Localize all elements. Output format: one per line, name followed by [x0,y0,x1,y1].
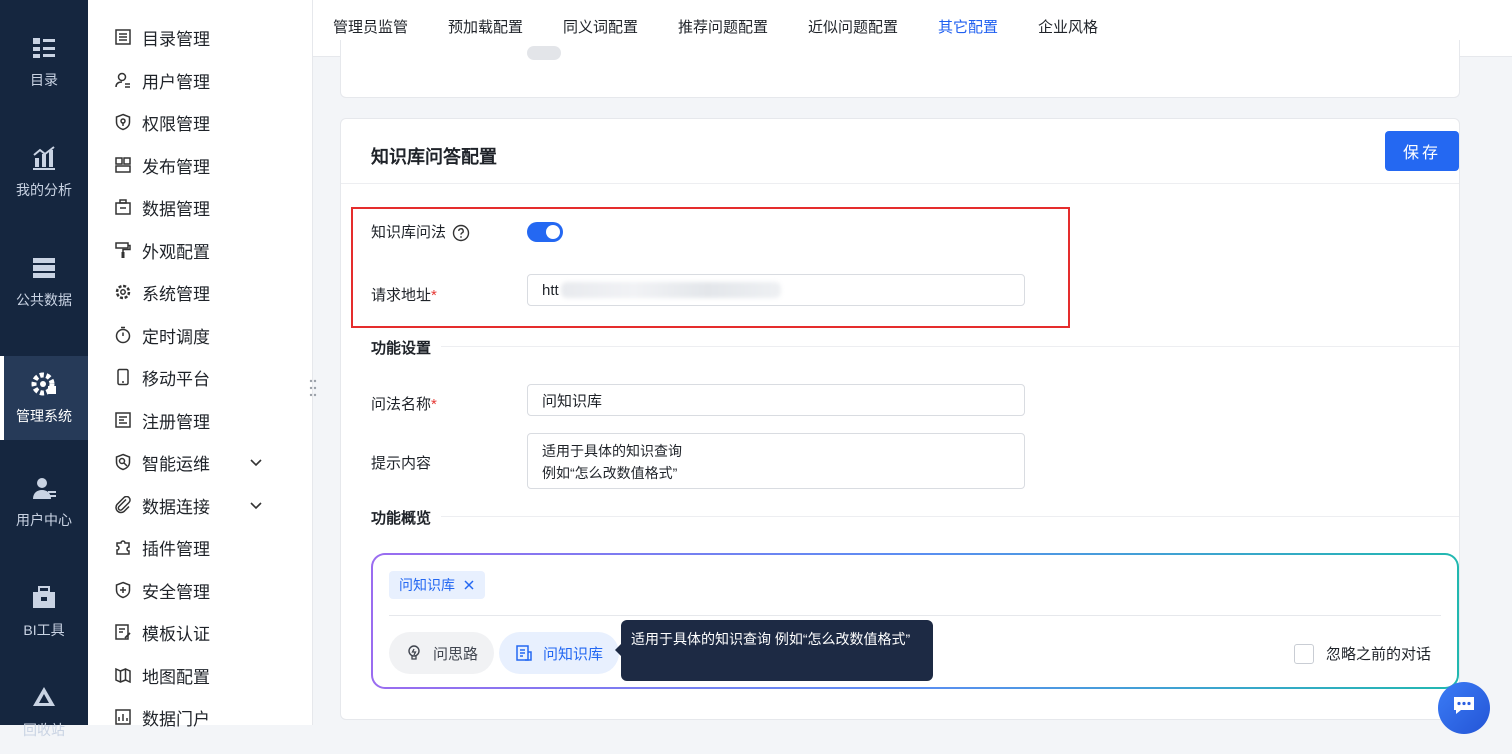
selected-mode-chip: 问知识库 [389,571,485,599]
checkbox[interactable] [1293,643,1314,664]
menu-item-data-portal[interactable]: 数据门户 [114,702,304,732]
primary-rail: 目录 我的分析 公共数据 管理系统 用户中心 BI工具 回收站 [0,0,88,738]
menu-item-system-manage[interactable]: 系统管理 [114,277,304,307]
card-divider [341,183,1459,184]
map-icon [115,667,131,684]
section-divider [441,516,1459,517]
menu-item-permission-manage[interactable]: 权限管理 [114,107,304,137]
menu-item-appearance[interactable]: 外观配置 [114,235,304,265]
menu-item-security[interactable]: 安全管理 [114,575,304,605]
chevron-down-icon[interactable] [248,454,264,470]
menu-item-map-config[interactable]: 地图配置 [114,660,304,690]
portal-icon [115,709,131,725]
ops-icon [115,453,131,471]
user-icon [33,478,56,499]
rail-item-label: 回收站 [23,722,65,738]
catalog-icon [33,38,55,58]
shield-icon [115,113,131,131]
chevron-down-icon[interactable] [248,497,264,513]
lightbulb-icon [408,645,420,660]
overview-title: 功能概览 [371,510,432,527]
analysis-icon [33,146,55,170]
rail-item-public-data[interactable]: 公共数据 [0,240,88,324]
menu-item-schedule[interactable]: 定时调度 [114,320,304,350]
chat-icon [1454,697,1474,714]
menu-item-template-auth[interactable]: 模板认证 [114,617,304,647]
rail-item-bi-tools[interactable]: BI工具 [0,570,88,654]
menu-item-smart-ops[interactable]: 智能运维 [114,447,304,477]
rail-item-label: 目录 [30,72,58,88]
document-icon [516,645,532,661]
resize-handle-icon[interactable] [309,378,317,398]
menu-item-register[interactable]: 注册管理 [114,405,304,435]
user-manage-icon [115,72,130,88]
close-icon[interactable] [463,579,475,591]
section-divider [441,346,1459,347]
overview-divider [389,615,1441,616]
help-icon[interactable] [452,224,470,242]
previous-config-card [340,40,1460,98]
hint-textarea[interactable]: 适用于具体的知识查询 例如“怎么改数值格式” [527,433,1025,489]
security-icon [115,581,131,599]
function-settings-title: 功能设置 [371,340,432,357]
question-name-label: 问法名称* [371,396,437,413]
kb-question-label: 知识库问法 [371,221,470,242]
data-icon [115,199,131,215]
template-icon [115,624,131,640]
menu-item-plugin[interactable]: 插件管理 [114,532,304,562]
ignore-history-checkbox[interactable]: 忽略之前的对话 [1293,643,1431,664]
rail-item-label: 我的分析 [16,182,72,198]
menu-item-user-manage[interactable]: 用户管理 [114,65,304,95]
ask-kb-button[interactable]: 问知识库 [499,632,620,674]
recycle-icon [33,687,55,706]
timer-icon [115,326,131,344]
list-icon [115,29,131,45]
rail-item-label: 用户中心 [16,512,72,528]
kb-tooltip: 适用于具体的知识查询 例如“怎么改数值格式” [615,620,933,681]
menu-item-catalog-manage[interactable]: 目录管理 [114,22,304,52]
menu-item-data-manage[interactable]: 数据管理 [114,192,304,222]
menu-item-data-connection[interactable]: 数据连接 [114,490,304,520]
settings-icon [115,284,131,300]
save-button[interactable]: 保存 [1385,131,1459,171]
kb-question-switch[interactable] [527,222,563,242]
hint-label: 提示内容 [371,455,432,472]
rail-item-label: BI工具 [23,622,65,638]
question-name-input[interactable]: 问知识库 [527,384,1025,416]
rail-item-catalog[interactable]: 目录 [0,20,88,104]
rail-item-user-center[interactable]: 用户中心 [0,460,88,544]
request-url-input[interactable]: htt [527,274,1025,306]
menu-item-mobile[interactable]: 移动平台 [114,362,304,392]
plugin-icon [116,540,130,555]
toolbox-icon [33,586,55,608]
mobile-icon [117,368,129,386]
rail-item-management[interactable]: 管理系统 [0,356,88,440]
database-icon [33,258,55,278]
rail-item-label: 公共数据 [16,292,72,308]
publish-icon [115,157,131,173]
brush-icon [115,242,131,258]
redacted-url [560,282,781,298]
rail-item-label: 管理系统 [16,408,72,424]
register-icon [115,412,131,428]
previous-toggle[interactable] [527,46,561,60]
assistant-chat-button[interactable] [1438,682,1490,734]
ask-idea-button[interactable]: 问思路 [389,632,495,674]
secondary-menu: 目录管理 用户管理 权限管理 发布管理 数据管理 外观配置 系统管理 定时调度 … [88,0,313,729]
rail-item-recycle[interactable]: 回收站 [0,670,88,754]
card-title: 知识库问答配置 [371,147,497,167]
menu-item-publish-manage[interactable]: 发布管理 [114,150,304,180]
request-url-label: 请求地址* [371,287,437,304]
gear-icon [31,372,56,396]
rail-item-analysis[interactable]: 我的分析 [0,130,88,214]
link-icon [115,496,131,514]
